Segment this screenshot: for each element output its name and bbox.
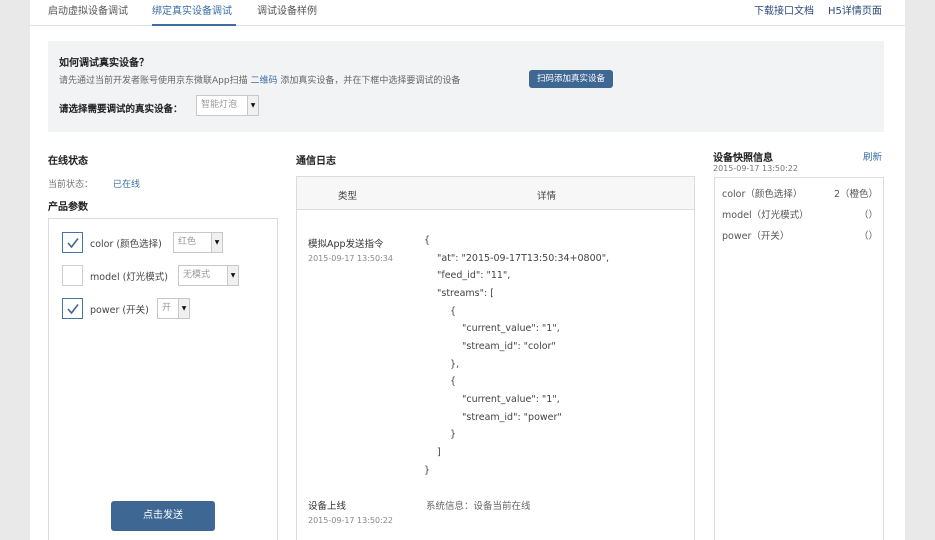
check-icon: [67, 238, 79, 249]
tab-virtual-debug[interactable]: 启动虚拟设备调试: [48, 2, 128, 17]
help-desc-text-1: 请先通过当前开发者账号使用京东微联App扫描: [59, 76, 248, 86]
json-line: {: [450, 306, 457, 317]
log-col-detail: 详情: [537, 191, 557, 202]
snapshot-time: 2015-09-17 13:50:22: [713, 164, 798, 173]
help-description: 请先通过当前开发者账号使用京东微联App扫描 二维码 添加真实设备，并在下框中选…: [59, 73, 460, 86]
chevron-down-icon: ▼: [211, 233, 222, 252]
refresh-link[interactable]: 刷新: [863, 149, 882, 163]
check-icon: [67, 304, 79, 315]
json-line: "streams": [: [437, 288, 494, 299]
log-entry-time: 2015-09-17 13:50:22: [308, 516, 393, 525]
json-line: {: [424, 235, 431, 246]
active-tab-indicator: [152, 24, 236, 26]
power-select-value: 开: [162, 303, 172, 313]
log-entry-type: 模拟App发送指令: [308, 239, 384, 250]
json-line: }: [450, 429, 457, 440]
log-col-type: 类型: [338, 191, 358, 202]
model-param-label: model (灯光模式): [90, 272, 169, 283]
snapshot-panel: color（颜色选择） 2（橙色） model（灯光模式） （） power（开…: [714, 177, 884, 540]
color-param-label: color (颜色选择): [90, 239, 162, 250]
h5-detail-page-link[interactable]: H5详情页面: [828, 2, 882, 17]
json-line: "current_value": "1",: [462, 394, 560, 405]
log-table-header: 类型 详情: [297, 177, 694, 210]
chevron-down-icon: ▼: [178, 299, 189, 318]
snapshot-key: color（颜色选择）: [722, 189, 803, 200]
model-checkbox[interactable]: [62, 265, 83, 286]
json-line: },: [450, 359, 460, 370]
log-panel: 类型 详情: [296, 176, 695, 540]
tab-debug-sample[interactable]: 调试设备样例: [257, 2, 317, 17]
model-select-value: 无模式: [183, 270, 211, 280]
tab-real-device-debug[interactable]: 绑定真实设备调试: [152, 2, 232, 17]
chevron-down-icon: ▼: [227, 266, 238, 285]
snapshot-value: 2（橙色）: [833, 189, 878, 200]
product-params-title: 产品参数: [48, 202, 88, 213]
snapshot-key: model（灯光模式）: [722, 210, 809, 221]
snapshot-title: 设备快照信息: [713, 153, 773, 164]
json-line: "current_value": "1",: [462, 323, 560, 334]
power-param-label: power (开关): [90, 305, 149, 316]
json-line: "at": "2015-09-17T13:50:34+0800",: [437, 253, 610, 264]
color-checkbox[interactable]: [62, 232, 83, 253]
download-api-doc-link[interactable]: 下载接口文档: [754, 2, 814, 17]
color-select[interactable]: 红色 ▼: [173, 232, 223, 253]
chevron-down-icon: ▼: [247, 96, 258, 115]
json-line: {: [450, 376, 457, 387]
tab-bar: 启动虚拟设备调试 绑定真实设备调试 调试设备样例 下载接口文档 H5详情页面: [30, 0, 905, 26]
help-panel: 如何调试真实设备？ 请先通过当前开发者账号使用京东微联App扫描 二维码 添加真…: [48, 41, 884, 132]
page: 启动虚拟设备调试 绑定真实设备调试 调试设备样例 下载接口文档 H5详情页面 如…: [30, 0, 905, 540]
json-line: "feed_id": "11",: [437, 270, 511, 281]
online-status-title: 在线状态: [48, 156, 88, 167]
snapshot-value: （）: [858, 210, 878, 221]
power-checkbox[interactable]: [62, 298, 83, 319]
help-title: 如何调试真实设备？: [59, 58, 149, 69]
qr-code-link[interactable]: 二维码: [250, 76, 277, 86]
json-line: ]: [437, 447, 441, 458]
json-line: "stream_id": "color": [462, 341, 556, 352]
help-desc-text-2: 添加真实设备，并在下框中选择要调试的设备: [280, 76, 461, 86]
device-select[interactable]: 智能灯泡 ▼: [196, 95, 259, 116]
json-line: }: [424, 465, 431, 476]
params-panel: color (颜色选择) 红色 ▼ model (灯光模式) 无模式 ▼ pow…: [48, 218, 278, 540]
log-title: 通信日志: [296, 156, 336, 167]
json-line: "stream_id": "power": [462, 412, 562, 423]
log-entry-message: 系统信息：设备当前在线: [426, 501, 531, 512]
model-select[interactable]: 无模式 ▼: [178, 265, 239, 286]
device-select-value: 智能灯泡: [201, 100, 238, 110]
log-entry-time: 2015-09-17 13:50:34: [308, 254, 393, 263]
status-value: 已在线: [113, 180, 141, 190]
snapshot-value: （）: [858, 231, 878, 242]
log-entry-type: 设备上线: [308, 501, 347, 512]
scan-add-device-button[interactable]: 扫码添加真实设备: [529, 70, 613, 88]
color-select-value: 红色: [178, 237, 197, 247]
send-button[interactable]: 点击发送: [111, 501, 215, 531]
device-select-label: 请选择需要调试的真实设备：: [59, 104, 183, 115]
power-select[interactable]: 开 ▼: [157, 298, 190, 319]
snapshot-key: power（开关）: [722, 231, 790, 242]
current-status-label: 当前状态：: [48, 180, 94, 190]
